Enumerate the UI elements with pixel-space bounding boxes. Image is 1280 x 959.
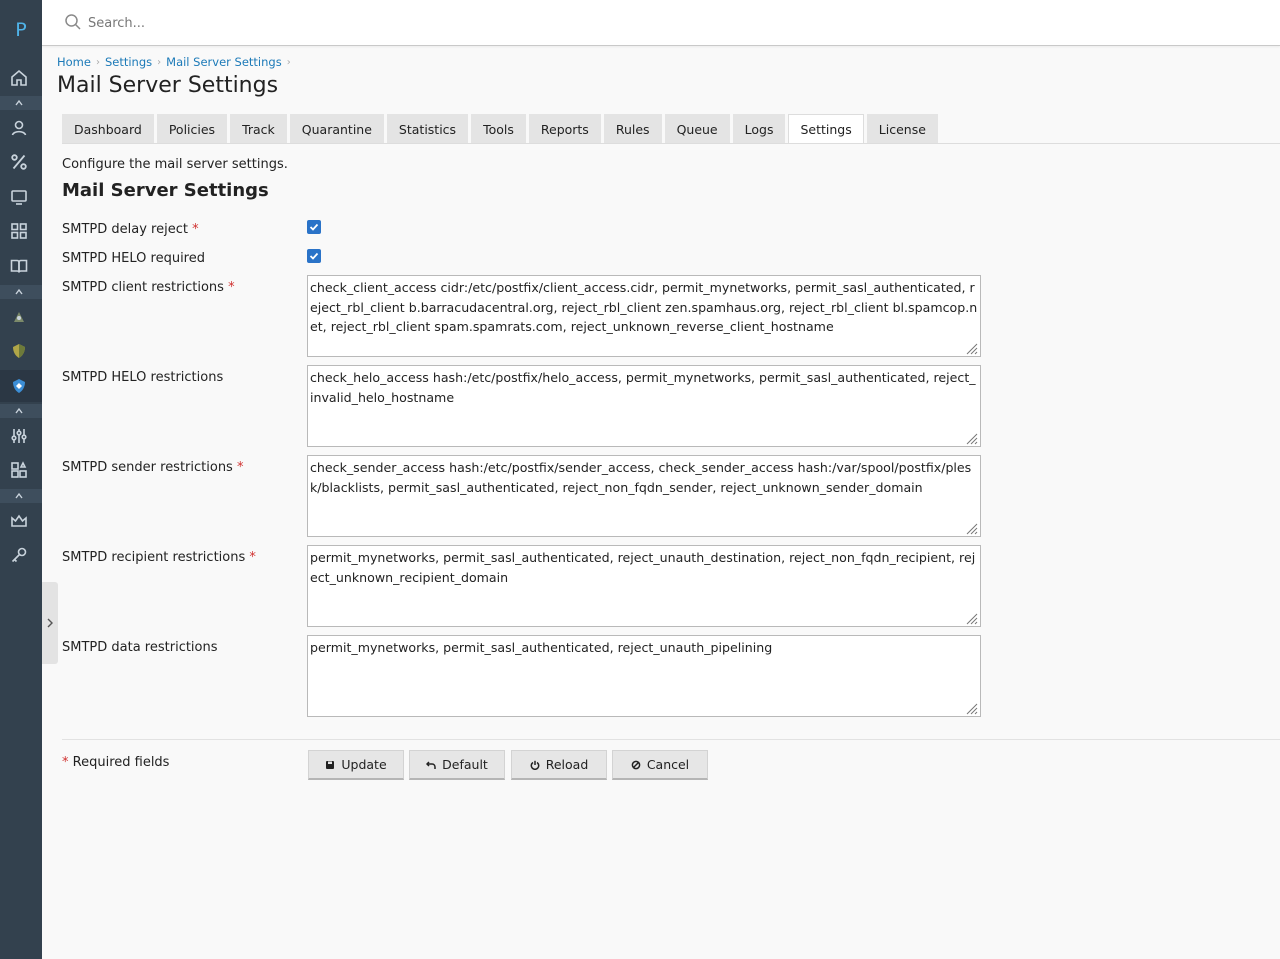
delay-reject-checkbox[interactable] [307, 220, 321, 234]
data-restrictions-label: SMTPD data restrictions [62, 640, 218, 655]
default-button[interactable]: Default [409, 750, 505, 780]
tab-policies[interactable]: Policies [156, 114, 228, 144]
recipient-restrictions-textarea[interactable]: permit_mynetworks, permit_sasl_authentic… [307, 545, 981, 627]
extensions-icon[interactable] [9, 460, 29, 480]
tab-track[interactable]: Track [230, 114, 287, 144]
sender-restrictions-label-text: SMTPD sender restrictions [62, 460, 233, 475]
helo-restrictions-textarea[interactable]: check_helo_access hash:/etc/postfix/helo… [307, 365, 981, 447]
required-fields-text: Required fields [72, 755, 170, 770]
tab-statistics[interactable]: Statistics [386, 114, 469, 144]
tab-rules[interactable]: Rules [603, 114, 662, 144]
chevron-right-icon: › [286, 56, 291, 68]
helo-restrictions-label: SMTPD HELO restrictions [62, 370, 223, 385]
update-button[interactable]: Update [308, 750, 404, 780]
power-icon [530, 760, 540, 770]
required-marker: * [62, 755, 69, 770]
tab-reports[interactable]: Reports [528, 114, 601, 144]
search-input[interactable] [86, 10, 590, 36]
breadcrumb-settings[interactable]: Settings [105, 55, 152, 69]
app-logo[interactable]: P [0, 12, 42, 48]
delay-reject-label-text: SMTPD delay reject [62, 222, 188, 237]
section-title: Mail Server Settings [62, 180, 269, 201]
grid-icon[interactable] [9, 221, 29, 241]
reload-button[interactable]: Reload [511, 750, 607, 780]
client-restrictions-label: SMTPD client restrictions * [62, 280, 235, 295]
home-icon[interactable] [9, 68, 29, 88]
form-description: Configure the mail server settings. [62, 157, 288, 172]
helo-restrictions-label-text: SMTPD HELO restrictions [62, 370, 224, 385]
percent-icon[interactable] [9, 152, 29, 172]
undo-icon [426, 760, 436, 770]
shield-badge-icon[interactable] [9, 341, 29, 361]
sliders-icon[interactable] [9, 426, 29, 446]
sidebar-expand-handle[interactable] [42, 582, 58, 664]
resize-grip-icon[interactable] [966, 613, 978, 625]
chevron-right-icon: › [157, 56, 162, 68]
chevron-right-icon [47, 618, 53, 628]
book-icon[interactable] [9, 256, 29, 276]
resize-grip-icon[interactable] [966, 343, 978, 355]
tab-quarantine[interactable]: Quarantine [289, 114, 384, 144]
required-marker: * [249, 550, 256, 565]
sender-restrictions-label: SMTPD sender restrictions * [62, 460, 243, 475]
monitor-icon[interactable] [9, 187, 29, 207]
recipient-restrictions-label-text: SMTPD recipient restrictions [62, 550, 246, 565]
sidebar-group-toggle[interactable] [0, 96, 42, 110]
recipient-restrictions-label: SMTPD recipient restrictions * [62, 550, 256, 565]
tabs-divider [62, 143, 1280, 144]
tab-settings[interactable]: Settings [788, 114, 864, 144]
client-restrictions-textarea[interactable]: check_client_access cidr:/etc/postfix/cl… [307, 275, 981, 357]
breadcrumb-home[interactable]: Home [57, 55, 91, 69]
crown-icon[interactable] [9, 511, 29, 531]
required-marker: * [228, 280, 235, 295]
top-search-bar [42, 0, 1280, 46]
sidebar-group-toggle[interactable] [0, 404, 42, 418]
client-restrictions-label-text: SMTPD client restrictions [62, 280, 224, 295]
left-sidebar: P [0, 0, 42, 959]
rocket-icon[interactable] [9, 307, 29, 327]
data-restrictions-label-text: SMTPD data restrictions [62, 640, 218, 655]
cancel-button[interactable]: Cancel [612, 750, 708, 780]
helo-required-checkbox[interactable] [307, 249, 321, 263]
data-restrictions-textarea[interactable]: permit_mynetworks, permit_sasl_authentic… [307, 635, 981, 717]
tab-dashboard[interactable]: Dashboard [62, 114, 154, 144]
checkmark-icon [309, 223, 319, 231]
tab-bar: Dashboard Policies Track Quarantine Stat… [62, 114, 941, 144]
resize-grip-icon[interactable] [966, 703, 978, 715]
required-marker: * [192, 222, 199, 237]
tab-license[interactable]: License [866, 114, 938, 144]
form-divider [62, 739, 1280, 740]
required-fields-note: * Required fields [62, 755, 169, 770]
search-icon [65, 14, 81, 30]
required-marker: * [236, 460, 244, 475]
chevron-right-icon: › [95, 56, 100, 68]
breadcrumb-mail-server-settings[interactable]: Mail Server Settings [166, 55, 282, 69]
sidebar-group-toggle[interactable] [0, 489, 42, 503]
sidebar-group-toggle[interactable] [0, 285, 42, 299]
helo-required-label: SMTPD HELO required [62, 251, 205, 266]
cancel-button-label: Cancel [646, 757, 690, 772]
default-button-label: Default [442, 757, 488, 772]
shield-active-icon[interactable] [9, 376, 29, 396]
resize-grip-icon[interactable] [966, 523, 978, 535]
sender-restrictions-textarea[interactable]: check_sender_access hash:/etc/postfix/se… [307, 455, 981, 537]
helo-required-label-text: SMTPD HELO required [62, 251, 205, 266]
tab-logs[interactable]: Logs [732, 114, 786, 144]
tab-tools[interactable]: Tools [471, 114, 526, 144]
page-title: Mail Server Settings [57, 73, 279, 98]
reload-button-label: Reload [545, 757, 589, 772]
tab-queue[interactable]: Queue [664, 114, 730, 144]
key-icon[interactable] [9, 545, 29, 565]
update-button-label: Update [341, 757, 387, 772]
delay-reject-label: SMTPD delay reject * [62, 222, 199, 237]
checkmark-icon [309, 252, 319, 260]
breadcrumb: Home › Settings › Mail Server Settings › [57, 54, 296, 70]
cancel-icon [631, 760, 641, 770]
user-icon[interactable] [9, 118, 29, 138]
save-icon [325, 760, 335, 770]
resize-grip-icon[interactable] [966, 433, 978, 445]
